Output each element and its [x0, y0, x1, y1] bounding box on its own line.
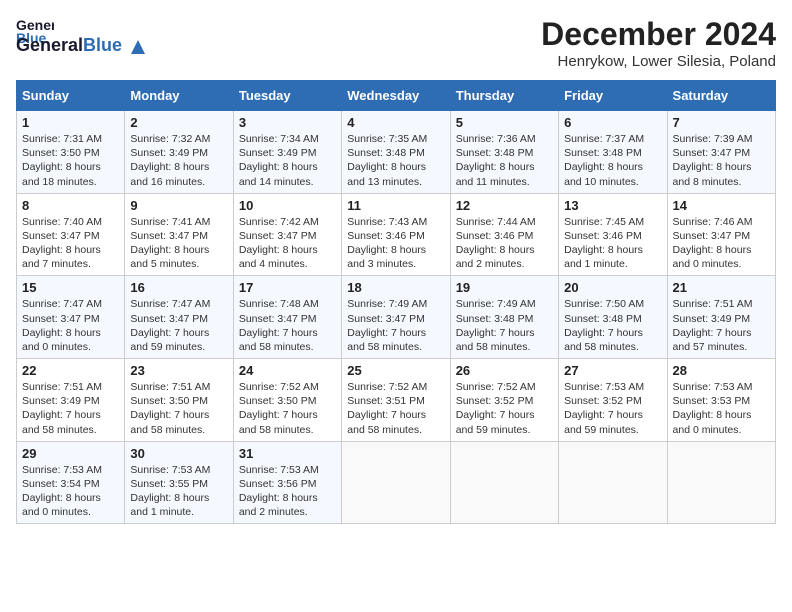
- table-row: 8Sunrise: 7:40 AMSunset: 3:47 PMDaylight…: [17, 193, 125, 276]
- table-row: 20Sunrise: 7:50 AMSunset: 3:48 PMDayligh…: [559, 276, 667, 359]
- logo-blue: Blue: [83, 35, 122, 55]
- logo: General Blue GeneralBlue: [16, 16, 147, 56]
- table-row: 15Sunrise: 7:47 AMSunset: 3:47 PMDayligh…: [17, 276, 125, 359]
- logo-general: General: [16, 35, 83, 55]
- col-thursday: Thursday: [450, 81, 558, 111]
- calendar-table: Sunday Monday Tuesday Wednesday Thursday…: [16, 80, 776, 524]
- table-row: [559, 441, 667, 524]
- table-row: 23Sunrise: 7:51 AMSunset: 3:50 PMDayligh…: [125, 359, 233, 442]
- page-header: General Blue GeneralBlue December 2024 H…: [16, 16, 776, 70]
- table-row: 29Sunrise: 7:53 AMSunset: 3:54 PMDayligh…: [17, 441, 125, 524]
- logo-triangle-icon: [129, 38, 147, 56]
- table-row: 30Sunrise: 7:53 AMSunset: 3:55 PMDayligh…: [125, 441, 233, 524]
- table-row: 13Sunrise: 7:45 AMSunset: 3:46 PMDayligh…: [559, 193, 667, 276]
- table-row: 1Sunrise: 7:31 AMSunset: 3:50 PMDaylight…: [17, 111, 125, 194]
- table-row: 2Sunrise: 7:32 AMSunset: 3:49 PMDaylight…: [125, 111, 233, 194]
- title-area: December 2024 Henrykow, Lower Silesia, P…: [541, 16, 776, 70]
- location-subtitle: Henrykow, Lower Silesia, Poland: [541, 53, 776, 70]
- table-row: 21Sunrise: 7:51 AMSunset: 3:49 PMDayligh…: [667, 276, 775, 359]
- table-row: 31Sunrise: 7:53 AMSunset: 3:56 PMDayligh…: [233, 441, 341, 524]
- table-row: 24Sunrise: 7:52 AMSunset: 3:50 PMDayligh…: [233, 359, 341, 442]
- table-row: 16Sunrise: 7:47 AMSunset: 3:47 PMDayligh…: [125, 276, 233, 359]
- table-row: 27Sunrise: 7:53 AMSunset: 3:52 PMDayligh…: [559, 359, 667, 442]
- table-row: 14Sunrise: 7:46 AMSunset: 3:47 PMDayligh…: [667, 193, 775, 276]
- col-friday: Friday: [559, 81, 667, 111]
- table-row: [667, 441, 775, 524]
- table-row: 28Sunrise: 7:53 AMSunset: 3:53 PMDayligh…: [667, 359, 775, 442]
- col-saturday: Saturday: [667, 81, 775, 111]
- table-row: 10Sunrise: 7:42 AMSunset: 3:47 PMDayligh…: [233, 193, 341, 276]
- col-wednesday: Wednesday: [342, 81, 450, 111]
- table-row: 7Sunrise: 7:39 AMSunset: 3:47 PMDaylight…: [667, 111, 775, 194]
- table-row: 5Sunrise: 7:36 AMSunset: 3:48 PMDaylight…: [450, 111, 558, 194]
- month-title: December 2024: [541, 16, 776, 53]
- table-row: 11Sunrise: 7:43 AMSunset: 3:46 PMDayligh…: [342, 193, 450, 276]
- table-row: 18Sunrise: 7:49 AMSunset: 3:47 PMDayligh…: [342, 276, 450, 359]
- table-row: 9Sunrise: 7:41 AMSunset: 3:47 PMDaylight…: [125, 193, 233, 276]
- table-row: 17Sunrise: 7:48 AMSunset: 3:47 PMDayligh…: [233, 276, 341, 359]
- table-row: 22Sunrise: 7:51 AMSunset: 3:49 PMDayligh…: [17, 359, 125, 442]
- table-row: 4Sunrise: 7:35 AMSunset: 3:48 PMDaylight…: [342, 111, 450, 194]
- table-row: [450, 441, 558, 524]
- col-sunday: Sunday: [17, 81, 125, 111]
- table-row: 25Sunrise: 7:52 AMSunset: 3:51 PMDayligh…: [342, 359, 450, 442]
- col-tuesday: Tuesday: [233, 81, 341, 111]
- table-row: 12Sunrise: 7:44 AMSunset: 3:46 PMDayligh…: [450, 193, 558, 276]
- table-row: 3Sunrise: 7:34 AMSunset: 3:49 PMDaylight…: [233, 111, 341, 194]
- table-row: [342, 441, 450, 524]
- calendar-header-row: Sunday Monday Tuesday Wednesday Thursday…: [17, 81, 776, 111]
- col-monday: Monday: [125, 81, 233, 111]
- table-row: 19Sunrise: 7:49 AMSunset: 3:48 PMDayligh…: [450, 276, 558, 359]
- table-row: 26Sunrise: 7:52 AMSunset: 3:52 PMDayligh…: [450, 359, 558, 442]
- table-row: 6Sunrise: 7:37 AMSunset: 3:48 PMDaylight…: [559, 111, 667, 194]
